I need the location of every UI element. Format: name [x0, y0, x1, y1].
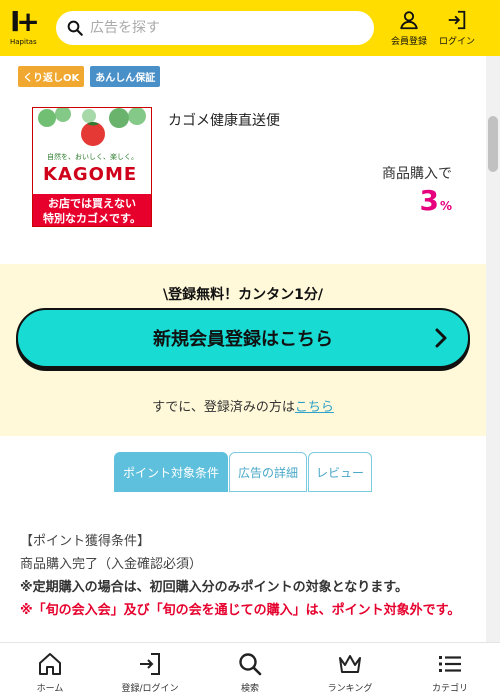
chevron-right-icon: [435, 328, 447, 348]
tab-point-conditions[interactable]: ポイント対象条件: [114, 452, 228, 492]
search-icon: [67, 20, 83, 36]
reward-value: 3%: [419, 184, 452, 217]
caption-line-2: 特別なカゴメです。: [43, 212, 141, 225]
list-icon: [439, 656, 461, 672]
point-conditions: 【ポイント獲得条件】 商品購入完了（入金確認必須） ※定期購入の場合は、初回購入…: [20, 530, 480, 622]
register-button[interactable]: 新規会員登録はこちら: [16, 308, 470, 368]
tab-ad-details[interactable]: 広告の詳細: [229, 452, 307, 492]
register-button-label: 新規会員登録はこちら: [153, 329, 333, 350]
reward-unit: %: [439, 199, 452, 213]
product-slogan: 自然を、おいしく、楽しく。: [47, 153, 138, 161]
product-image-caption: お店では買えない 特別なカゴメです。: [33, 194, 151, 226]
login-button[interactable]: ログイン: [434, 9, 480, 49]
nav-ranking-label: ランキング: [327, 684, 373, 694]
user-icon: [400, 11, 418, 30]
product-name: カゴメ健康直送便: [168, 113, 280, 129]
reward-label: 商品購入で: [382, 166, 452, 182]
product-image-top: 自然を、おいしく、楽しく。 KAGOME: [33, 108, 151, 194]
login-label: ログイン: [438, 37, 475, 47]
app-header: I+ Hapitas 会員登録 ログイン: [0, 0, 500, 56]
conditions-heading: 【ポイント獲得条件】: [20, 534, 151, 549]
member-register-label: 会員登録: [390, 37, 427, 47]
bottom-navigation: ホーム 登録/ログイン 検索 ランキング カテゴリ: [0, 642, 500, 700]
nav-search-label: 検索: [240, 684, 259, 694]
crown-icon: [339, 655, 361, 673]
nav-category[interactable]: カテゴリ: [400, 643, 500, 700]
register-catchcopy: \登録無料！カンタン1分/: [163, 287, 323, 303]
login-icon: [140, 653, 160, 675]
search-bar[interactable]: [56, 11, 374, 45]
badge-group: くり返しOK あんしん保証: [18, 66, 161, 87]
nav-home[interactable]: ホーム: [0, 643, 100, 700]
existing-member-login-link[interactable]: こちら: [295, 400, 334, 415]
search-input[interactable]: [90, 20, 360, 36]
conditions-line: 商品購入完了（入金確認必須）: [20, 557, 203, 572]
scrollbar-thumb[interactable]: [488, 116, 498, 172]
guarantee-badge: あんしん保証: [90, 66, 161, 87]
nav-login[interactable]: 登録/ログイン: [100, 643, 200, 700]
home-icon: [39, 653, 61, 675]
nav-home-label: ホーム: [36, 684, 64, 694]
conditions-note: ※定期購入の場合は、初回購入分のみポイントの対象となります。: [20, 580, 408, 595]
search-icon: [239, 653, 262, 676]
caption-line-1: お店では買えない: [48, 197, 136, 210]
product-image: 自然を、おいしく、楽しく。 KAGOME お店では買えない 特別なカゴメです。: [32, 107, 152, 227]
login-icon: [448, 10, 466, 30]
tab-reviews[interactable]: レビュー: [308, 452, 372, 492]
register-section: \登録無料！カンタン1分/ 新規会員登録はこちら すでに、登録済みの方はこちら: [0, 264, 486, 436]
hapitas-logo[interactable]: I+ Hapitas: [10, 8, 44, 48]
detail-tabs: ポイント対象条件 広告の詳細 レビュー: [114, 452, 372, 492]
existing-member-text: すでに、登録済みの方はこちら: [0, 396, 486, 415]
nav-ranking[interactable]: ランキング: [300, 643, 400, 700]
logo-text: Hapitas: [10, 38, 37, 46]
nav-category-label: カテゴリ: [431, 684, 468, 694]
nav-search[interactable]: 検索: [200, 643, 300, 700]
conditions-warning: ※「旬の会入会」及び「旬の会を通じての購入」は、ポイント対象外です。: [20, 603, 461, 618]
member-register-button[interactable]: 会員登録: [386, 9, 432, 49]
tomato-illustration: [38, 108, 146, 146]
page-scrollbar[interactable]: [486, 56, 500, 642]
nav-login-label: 登録/ログイン: [121, 684, 179, 694]
logo-mark: I+: [10, 5, 40, 38]
reward-number: 3: [419, 184, 439, 217]
existing-member-prefix: すでに、登録済みの方は: [152, 400, 295, 415]
repeat-ok-badge: くり返しOK: [18, 66, 85, 87]
kagome-logo: KAGOME: [43, 164, 138, 185]
